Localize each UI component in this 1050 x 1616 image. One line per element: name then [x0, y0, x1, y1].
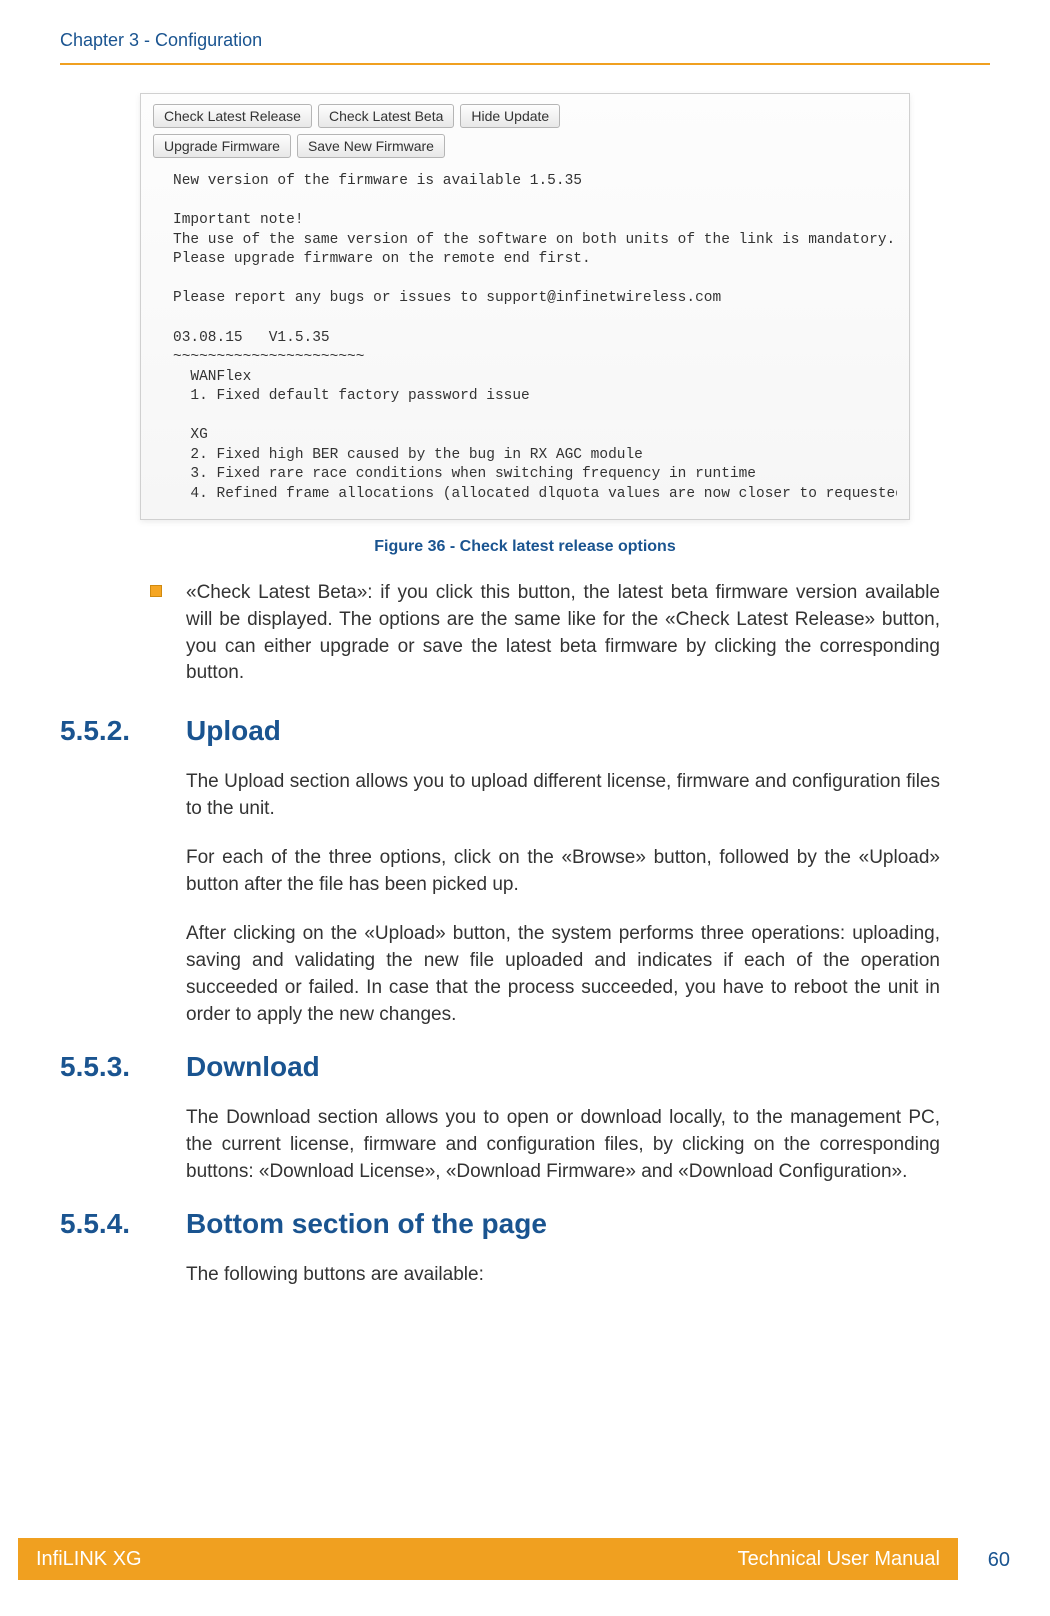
footer-doc-title: Technical User Manual: [738, 1548, 940, 1571]
section-title: Download: [186, 1051, 320, 1083]
save-new-firmware-button[interactable]: Save New Firmware: [297, 134, 445, 158]
console-line: 2. Fixed high BER caused by the bug in R…: [173, 447, 643, 463]
check-latest-beta-button[interactable]: Check Latest Beta: [318, 104, 454, 128]
console-line: New version of the firmware is available…: [173, 173, 582, 189]
header-rule: [60, 63, 990, 65]
console-line: Please report any bugs or issues to supp…: [173, 290, 721, 306]
section-number: 5.5.2.: [60, 715, 186, 747]
paragraph: For each of the three options, click on …: [186, 845, 940, 899]
console-line: 3. Fixed rare race conditions when switc…: [173, 466, 756, 482]
section-title: Bottom section of the page: [186, 1208, 547, 1240]
figure-caption: Figure 36 - Check latest release options: [60, 538, 990, 556]
section-heading-download: 5.5.3. Download: [60, 1051, 990, 1083]
section-heading-upload: 5.5.2. Upload: [60, 715, 990, 747]
console-output: New version of the firmware is available…: [153, 164, 897, 509]
paragraph: The Download section allows you to open …: [186, 1105, 940, 1186]
console-line: WANFlex: [173, 369, 251, 385]
section-heading-bottom: 5.5.4. Bottom section of the page: [60, 1208, 990, 1240]
section-number: 5.5.3.: [60, 1051, 186, 1083]
upgrade-firmware-button[interactable]: Upgrade Firmware: [153, 134, 291, 158]
bullet-square-icon: [150, 585, 162, 597]
footer-bar: InfiLINK XG Technical User Manual: [18, 1538, 958, 1580]
footer-product: InfiLINK XG: [36, 1548, 142, 1571]
paragraph: The Upload section allows you to upload …: [186, 769, 940, 823]
console-line: 1. Fixed default factory password issue: [173, 388, 530, 404]
section-number: 5.5.4.: [60, 1208, 186, 1240]
console-line: XG: [173, 427, 208, 443]
button-row-1: Check Latest Release Check Latest Beta H…: [153, 104, 897, 128]
paragraph: The following buttons are available:: [186, 1262, 940, 1289]
console-line: ~~~~~~~~~~~~~~~~~~~~~~: [173, 349, 364, 365]
check-latest-release-button[interactable]: Check Latest Release: [153, 104, 312, 128]
console-line: Important note!: [173, 212, 304, 228]
console-line: 03.08.15 V1.5.35: [173, 330, 330, 346]
page-number: 60: [988, 1549, 1010, 1572]
bullet-text: «Check Latest Beta»: if you click this b…: [186, 580, 940, 688]
console-line: Please upgrade firmware on the remote en…: [173, 251, 591, 267]
console-line: 4. Refined frame allocations (allocated …: [173, 486, 897, 502]
bullet-item: «Check Latest Beta»: if you click this b…: [150, 580, 940, 688]
screenshot-firmware-update: Check Latest Release Check Latest Beta H…: [140, 93, 910, 520]
console-line: The use of the same version of the softw…: [173, 232, 895, 248]
paragraph: After clicking on the «Upload» button, t…: [186, 921, 940, 1029]
hide-update-button[interactable]: Hide Update: [460, 104, 560, 128]
button-row-2: Upgrade Firmware Save New Firmware: [153, 134, 897, 158]
chapter-header: Chapter 3 - Configuration: [60, 30, 990, 51]
section-title: Upload: [186, 715, 281, 747]
